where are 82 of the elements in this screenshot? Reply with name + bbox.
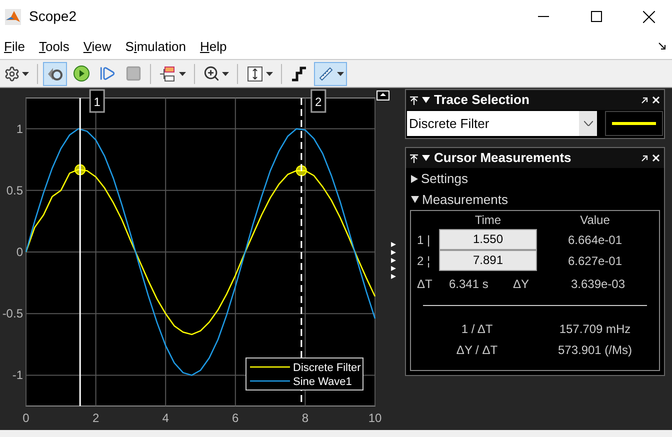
dock-arrow-icon[interactable] bbox=[658, 42, 666, 50]
menu-item[interactable]: Tools bbox=[38, 40, 70, 52]
cursor-number: 1 | bbox=[417, 232, 432, 248]
cursor-value: 6.664e-01 bbox=[566, 232, 624, 248]
y-tick-label: 1 bbox=[16, 122, 23, 136]
delta-value: 3.639e-03 bbox=[570, 276, 626, 293]
scale-axes-icon bbox=[246, 64, 264, 82]
zoom-in-icon bbox=[203, 65, 220, 82]
legend-label: Discrete Filter bbox=[293, 362, 361, 374]
cursor-label: 2 bbox=[315, 95, 322, 109]
x-tick-label: 10 bbox=[368, 411, 382, 425]
undock-icon[interactable] bbox=[376, 90, 390, 100]
chevron-down-icon bbox=[584, 121, 592, 126]
minimize-icon bbox=[538, 16, 548, 17]
menu-item[interactable]: File bbox=[4, 40, 25, 52]
caret-icon bbox=[337, 72, 344, 76]
y-tick-label: -1 bbox=[12, 368, 23, 382]
undock-icon[interactable] bbox=[641, 154, 648, 162]
toolbar-button[interactable] bbox=[43, 62, 67, 86]
trigger-icon bbox=[290, 64, 308, 82]
expanded-caret-icon bbox=[411, 196, 419, 203]
trace-dropdown[interactable]: Discrete Filter bbox=[407, 111, 597, 136]
y-tick-label: 0 bbox=[16, 245, 23, 259]
dropdown-value: Discrete Filter bbox=[409, 114, 490, 133]
column-header: Time bbox=[474, 212, 502, 229]
caret-icon bbox=[266, 72, 273, 76]
cursor-value: 6.627e-01 bbox=[566, 252, 624, 270]
cursor-marker bbox=[74, 164, 86, 176]
derived-value: 573.901 (/Ms) bbox=[556, 342, 634, 358]
cursor-line[interactable] bbox=[79, 98, 81, 406]
close-icon[interactable] bbox=[652, 96, 660, 104]
caret-icon bbox=[179, 72, 186, 76]
collapsed-caret-icon bbox=[411, 174, 418, 182]
cursor-tag-background[interactable] bbox=[310, 89, 326, 113]
app-logo-icon bbox=[5, 8, 21, 24]
derived-label: 1 / ΔT bbox=[460, 320, 494, 338]
menu-item[interactable]: Simulation bbox=[125, 40, 186, 52]
column-header: Value bbox=[579, 212, 611, 229]
delta-value: 6.341 s bbox=[449, 276, 490, 293]
delta-label: ΔY bbox=[513, 276, 530, 293]
x-tick-label: 2 bbox=[92, 411, 100, 425]
section-toggle[interactable]: Settings bbox=[406, 168, 468, 189]
stop-icon bbox=[125, 65, 142, 82]
pin-icon[interactable] bbox=[410, 96, 418, 104]
panel-title: Cursor Measurements bbox=[434, 149, 572, 168]
x-tick-label: 8 bbox=[302, 411, 309, 425]
cursor-marker bbox=[296, 165, 307, 176]
step-forward-icon bbox=[99, 65, 116, 82]
cursor-number: 2 ¦ bbox=[417, 252, 432, 270]
undock-icon[interactable] bbox=[641, 96, 648, 104]
signal-blocks-icon bbox=[159, 64, 177, 82]
menu-item[interactable]: Help bbox=[200, 40, 227, 52]
maximize-icon bbox=[590, 11, 602, 22]
time-field[interactable]: 7.891 bbox=[439, 250, 537, 271]
cursor-label: 1 bbox=[94, 95, 100, 109]
settings-icon bbox=[4, 66, 20, 82]
ruler-icon bbox=[317, 64, 335, 82]
y-tick-label: 0.5 bbox=[6, 183, 23, 198]
x-tick-label: 0 bbox=[22, 411, 30, 425]
caret-icon bbox=[22, 72, 29, 76]
legend-label: Sine Wave1 bbox=[293, 376, 352, 388]
x-tick-label: 4 bbox=[162, 411, 169, 425]
collapse-caret-icon[interactable] bbox=[422, 97, 430, 103]
derived-label: ΔY / ΔT bbox=[455, 342, 499, 358]
pin-icon[interactable] bbox=[410, 154, 418, 162]
y-tick-label: -0.5 bbox=[2, 306, 23, 321]
trace-line-sample bbox=[612, 122, 656, 125]
close-icon bbox=[643, 10, 655, 22]
menu-item[interactable]: View bbox=[83, 40, 112, 52]
panel-title: Trace Selection bbox=[434, 91, 530, 110]
collapse-caret-icon[interactable] bbox=[422, 155, 430, 161]
expand-arrows-icon[interactable] bbox=[391, 242, 396, 279]
play-icon bbox=[73, 65, 90, 82]
window-title: Scope2 bbox=[29, 7, 76, 26]
caret-icon bbox=[222, 72, 229, 76]
delta-label: ΔT bbox=[417, 276, 434, 293]
close-icon[interactable] bbox=[652, 154, 660, 162]
derived-value: 157.709 mHz bbox=[558, 320, 632, 338]
cursor-tag-background[interactable] bbox=[89, 89, 105, 113]
x-tick-label: 6 bbox=[232, 411, 239, 425]
section-toggle[interactable]: Measurements bbox=[406, 189, 508, 210]
time-field[interactable]: 1.550 bbox=[439, 229, 537, 250]
